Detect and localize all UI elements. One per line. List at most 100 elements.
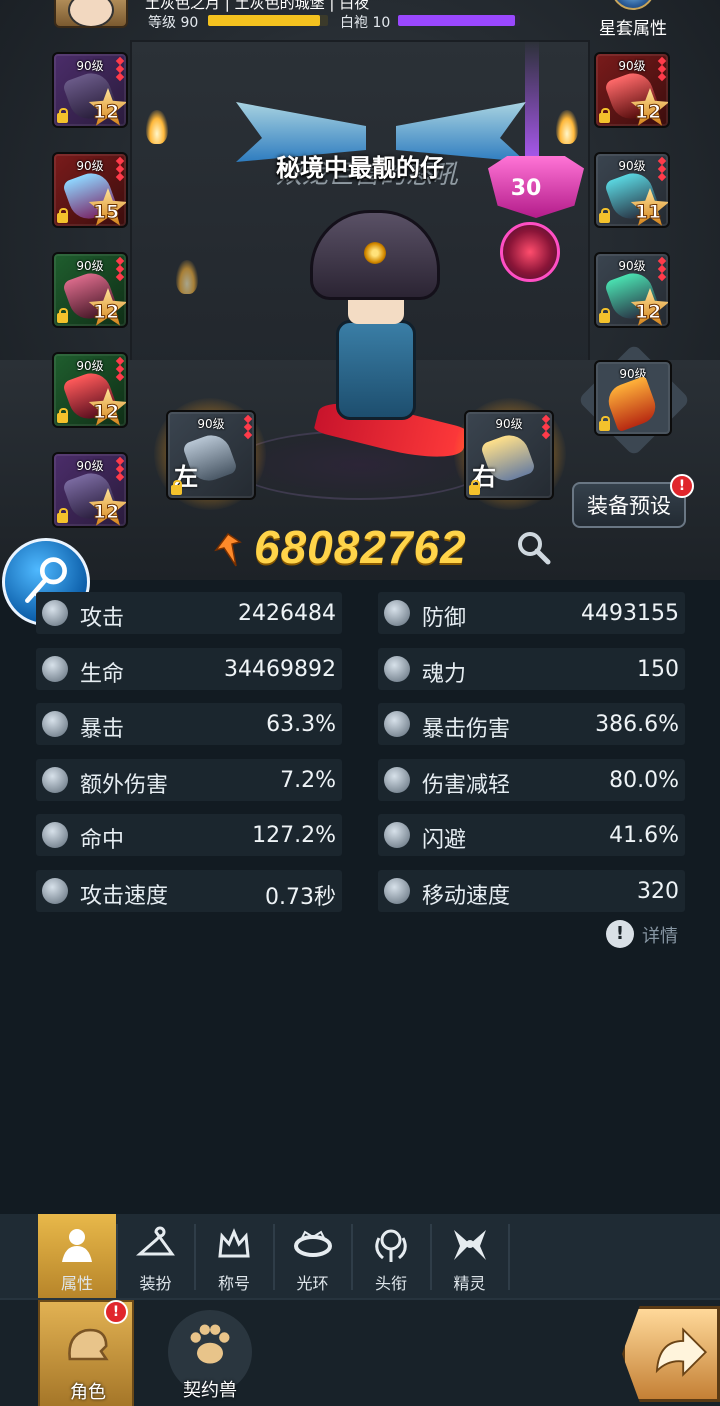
- stat-value: 0.73秒: [265, 884, 336, 910]
- sprite-wings-icon: [453, 1230, 486, 1260]
- player-avatar[interactable]: [54, 0, 128, 28]
- paw-icon: [190, 1324, 230, 1364]
- slot-level: 90级: [76, 359, 104, 373]
- stat-row: 防御 4493155: [378, 592, 685, 634]
- tab-sprite-wings[interactable]: 精灵: [431, 1214, 509, 1298]
- equipment-slot[interactable]: 90级 11: [594, 152, 670, 228]
- stat-value: 7.2%: [280, 767, 336, 793]
- nav-label: 契约兽: [183, 1380, 237, 1401]
- person-icon: [62, 1229, 92, 1262]
- star-count: 11: [634, 201, 662, 224]
- star-count: 15: [92, 201, 120, 224]
- lock-icon: [57, 408, 68, 423]
- star-count: 12: [92, 101, 120, 124]
- tab-hanger[interactable]: 装扮: [117, 1214, 195, 1298]
- hero-character: [280, 210, 470, 480]
- tab-label: 光环: [296, 1274, 329, 1293]
- hanger-icon: [135, 1226, 175, 1256]
- nav-paw[interactable]: 契约兽: [162, 1300, 258, 1406]
- player-name: 土灰色之月: [145, 0, 221, 12]
- lock-icon: [469, 480, 480, 495]
- crit-icon: [42, 711, 68, 737]
- slot-level: 90级: [495, 417, 523, 431]
- tab-label: 头衔: [374, 1274, 407, 1293]
- slot-level: 90级: [618, 159, 646, 173]
- combat-power-value: 68082762: [254, 521, 467, 573]
- equipment-slot[interactable]: 90级 12: [52, 252, 128, 328]
- stat-name: 暴击伤害: [422, 717, 511, 742]
- halo-icon: [293, 1230, 332, 1257]
- stat-name: 攻击速度: [80, 883, 169, 909]
- rank-bar-fill: [398, 15, 516, 26]
- torch-icon: [146, 110, 168, 144]
- nav-label: 角色: [70, 1382, 106, 1403]
- equipment-slot[interactable]: 90级 12: [594, 52, 670, 128]
- stat-name: 攻击: [80, 606, 125, 631]
- stat-row: 暴击 63.3%: [36, 703, 342, 745]
- soul-power-icon: [384, 655, 410, 682]
- stat-row: 伤害减轻 80.0%: [378, 758, 685, 801]
- stat-value: 41.6%: [609, 823, 679, 848]
- stat-value: 80.0%: [609, 767, 679, 793]
- equipment-slot[interactable]: 90级 12: [594, 252, 670, 328]
- search-icon[interactable]: [514, 528, 554, 568]
- stat-name: 闪避: [422, 828, 467, 853]
- guild-name: 土灰色的城堡: [234, 0, 325, 12]
- right-hand-slot[interactable]: 90级 右: [464, 410, 554, 500]
- stat-value: 63.3%: [266, 712, 336, 737]
- tab-skull-crest[interactable]: 头衔: [352, 1214, 430, 1298]
- slot-level: 90级: [618, 59, 646, 73]
- stat-name: 伤害减轻: [422, 772, 511, 798]
- arrow-right-icon: [655, 1327, 708, 1377]
- lock-icon: [57, 108, 68, 123]
- tab-person[interactable]: 属性: [38, 1214, 116, 1298]
- tab-halo[interactable]: 光环: [274, 1214, 352, 1298]
- dodge-icon: [384, 822, 410, 848]
- attack-icon: [42, 600, 68, 626]
- stat-value: 34469892: [224, 656, 336, 682]
- special-slot[interactable]: 90级: [572, 340, 696, 460]
- equipment-preset-button[interactable]: 装备预设: [572, 482, 686, 528]
- next-button[interactable]: [622, 1306, 720, 1402]
- rank-badge-number: 30: [510, 176, 542, 201]
- slot-level: 90级: [618, 259, 646, 273]
- star-count: 12: [634, 101, 662, 124]
- equipment-slot[interactable]: 90级 15: [52, 152, 128, 228]
- attack-speed-icon: [42, 877, 68, 904]
- stat-row: 暴击伤害 386.6%: [378, 703, 685, 745]
- stat-name: 生命: [80, 661, 125, 687]
- slot-level: 90级: [76, 259, 104, 273]
- equipment-slot[interactable]: 90级 12: [52, 52, 128, 128]
- slot-level: 90级: [76, 159, 104, 173]
- stat-name: 命中: [80, 828, 125, 853]
- tab-label: 精灵: [453, 1274, 486, 1293]
- stat-name: 暴击: [80, 717, 125, 742]
- star-count: 12: [92, 501, 120, 524]
- tab-divider: [508, 1224, 510, 1290]
- left-hand-slot[interactable]: 90级 左: [166, 410, 256, 500]
- stat-row: 命中 127.2%: [36, 814, 342, 856]
- tab-label: 属性: [60, 1274, 93, 1293]
- stat-row: 闪避 41.6%: [378, 814, 685, 856]
- equipment-slot[interactable]: 90级 12: [52, 352, 128, 428]
- stat-value: 150: [637, 656, 679, 682]
- combat-power-icon: [214, 532, 242, 567]
- equipment-preset-label: 装备预设: [587, 494, 671, 518]
- equipment-slot[interactable]: 90级 12: [52, 452, 128, 528]
- star-set-button[interactable]: 星套属性: [588, 0, 678, 44]
- level-bar-fill: [208, 15, 320, 26]
- lock-icon: [57, 508, 68, 523]
- heart-icon: [42, 655, 68, 682]
- extra-tag: 白夜: [339, 0, 370, 12]
- slot-level: 90级: [76, 459, 104, 473]
- lock-icon: [599, 208, 610, 223]
- slot-level: 90级: [197, 417, 225, 431]
- lock-icon: [57, 308, 68, 323]
- alert-badge: !: [670, 474, 694, 498]
- stat-value: 127.2%: [252, 823, 336, 848]
- move-speed-icon: [384, 877, 410, 904]
- star-count: 12: [92, 401, 120, 424]
- tab-crown[interactable]: 称号: [195, 1214, 273, 1298]
- slot-level: 90级: [76, 59, 104, 73]
- pet-orb-icon[interactable]: [500, 222, 560, 282]
